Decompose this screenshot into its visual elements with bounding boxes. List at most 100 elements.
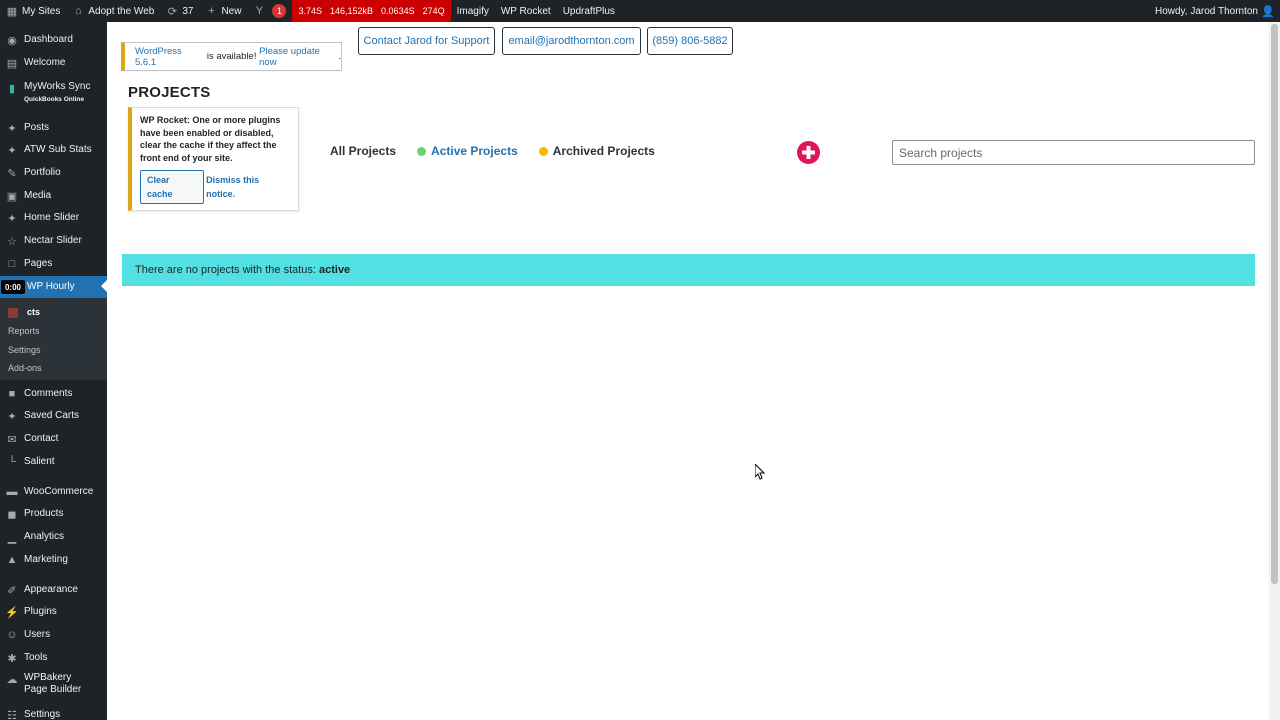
sidebar-item-tools[interactable]: ✱ Tools [0, 647, 107, 669]
sidebar-item-welcome[interactable]: ▤ Welcome [0, 52, 107, 74]
imagify-menu[interactable]: Imagify [451, 0, 495, 22]
submenu-settings[interactable]: Settings [8, 345, 41, 355]
perf-time: 3.74S [298, 6, 322, 16]
sidebar-item-atw-sub-stats[interactable]: ✦ ATW Sub Stats [0, 139, 107, 161]
sidebar-item-media[interactable]: ▣ Media [0, 185, 107, 207]
filter-all-label: All Projects [330, 144, 397, 158]
status-message-text: There are no projects with the status: [135, 264, 316, 276]
megaphone-icon: ▲ [6, 554, 18, 566]
sidebar-item-home-slider[interactable]: ✦ Home Slider [0, 207, 107, 229]
page-scrollbar[interactable] [1269, 22, 1280, 720]
wordpress-version-link[interactable]: WordPress 5.6.1 [135, 46, 204, 68]
updates-menu[interactable]: ⟳ 37 [160, 0, 199, 22]
myworks-sync-label: MyWorks Sync [24, 81, 91, 92]
new-content-menu[interactable]: + New [199, 0, 247, 22]
mail-icon: ✉ [7, 433, 17, 446]
welcome-icon: ▤ [6, 57, 18, 70]
sidebar-item-comments[interactable]: ■ Comments [0, 383, 107, 405]
filter-archived-projects[interactable]: Archived Projects [538, 144, 655, 158]
archived-status-dot [538, 146, 548, 156]
wp-hourly-submenu: cts Reports Settings Add-ons [0, 298, 107, 380]
products-icon: ◼ [7, 508, 17, 521]
sidebar-item-analytics[interactable]: ▁ Analytics [0, 526, 107, 548]
sidebar-item-plugins[interactable]: ⚡ Plugins [0, 601, 107, 623]
perf-queries: 274Q [422, 6, 445, 16]
status-message-value: active [318, 264, 351, 276]
sidebar-item-contact[interactable]: ✉ Contact [0, 428, 107, 450]
sync-icon: ▮ [8, 82, 16, 95]
submenu-reports[interactable]: Reports [8, 326, 40, 336]
update-now-link[interactable]: Please update now [259, 46, 338, 68]
mouse-cursor-icon [755, 464, 765, 480]
contact-support-button[interactable]: Contact Jarod for Support [358, 27, 495, 55]
sidebar-item-portfolio[interactable]: ✎ Portfolio [0, 162, 107, 184]
project-filters: All Projects Active Projects Archived Pr… [330, 144, 676, 158]
sidebar-item-users[interactable]: ☺ Users [0, 624, 107, 646]
sidebar-item-marketing[interactable]: ▲ Marketing [0, 549, 107, 571]
admin-sidebar: ◉ Dashboard ▤ Welcome ▮ MyWorks Sync Qui… [0, 22, 107, 720]
active-status-dot [417, 146, 427, 156]
sidebar-item-saved-carts[interactable]: ✦ Saved Carts [0, 405, 107, 427]
account-menu[interactable]: Howdy, Jarod Thornton 👤 [1149, 0, 1280, 22]
clear-cache-button[interactable]: Clear cache [140, 170, 205, 204]
media-icon: ▣ [6, 190, 18, 203]
update-nag-notice: WordPress 5.6.1 is available! Please upd… [121, 42, 342, 71]
my-sites-menu[interactable]: ▦ My Sites [0, 0, 66, 22]
submenu-add-ons[interactable]: Add-ons [8, 363, 42, 373]
brush-icon: ✐ [7, 584, 17, 597]
rocket-notice-actions: Clear cache Dismiss this notice. [140, 170, 290, 204]
sidebar-item-woocommerce[interactable]: ▬ WooCommerce [0, 481, 107, 503]
main-content: WordPress 5.6.1 is available! Please upd… [107, 22, 1269, 720]
sidebar-item-nectar-slider[interactable]: ☆ Nectar Slider [0, 230, 107, 252]
sidebar-item-settings[interactable]: ☷ Settings [0, 704, 107, 720]
site-name-label: Adopt the Web [88, 5, 155, 17]
sidebar-item-salient[interactable]: └ Salient [0, 451, 107, 473]
my-sites-icon: ▦ [6, 5, 18, 18]
update-nag-period: . [338, 51, 341, 62]
updraftplus-menu[interactable]: UpdraftPlus [557, 0, 621, 22]
pin-icon: ✦ [7, 410, 17, 423]
users-icon: ☺ [6, 629, 18, 641]
wp-rocket-menu[interactable]: WP Rocket [495, 0, 557, 22]
chart-icon: └ [8, 456, 16, 468]
analytics-icon: ▁ [7, 531, 17, 544]
sidebar-item-pages[interactable]: □ Pages [0, 253, 107, 275]
wrench-icon: ✱ [7, 652, 17, 665]
pin-icon: ✦ [7, 144, 17, 157]
sidebar-item-products[interactable]: ◼ Products [0, 503, 107, 525]
yoast-notification-badge: 1 [272, 4, 287, 18]
sidebar-item-appearance[interactable]: ✐ Appearance [0, 579, 107, 601]
add-project-button[interactable] [797, 141, 820, 164]
perf-db-time: 0.0634S [381, 6, 415, 16]
howdy-label: Howdy, Jarod Thornton [1154, 5, 1258, 17]
rocket-notice-title: WP Rocket [140, 115, 187, 125]
woo-icon: ▬ [6, 486, 18, 498]
timer-badge[interactable]: 0:00 [1, 280, 25, 294]
refresh-icon: ⟳ [167, 5, 177, 18]
projects-square-icon [8, 308, 18, 318]
sidebar-item-myworks-sync[interactable]: ▮ MyWorks Sync QuickBooks Online [0, 78, 107, 106]
dismiss-notice-link[interactable]: Dismiss this notice. [206, 173, 290, 201]
sidebar-item-wpbakery[interactable]: ☁ WPBakery Page Builder [0, 672, 107, 698]
query-monitor-menu[interactable]: 3.74S 146,152kB 0.0634S 274Q [292, 0, 451, 22]
filter-archived-label: Archived Projects [552, 144, 655, 158]
sidebar-item-dashboard[interactable]: ◉ Dashboard [0, 29, 107, 51]
site-name-menu[interactable]: ⌂ Adopt the Web [66, 0, 160, 22]
filter-active-projects[interactable]: Active Projects [417, 144, 518, 158]
myworks-sync-sublabel: QuickBooks Online [24, 96, 84, 103]
new-label: New [221, 5, 242, 17]
filter-all-projects[interactable]: All Projects [330, 144, 396, 158]
scrollbar-thumb[interactable] [1271, 24, 1278, 584]
email-button[interactable]: email@jarodthornton.com [502, 27, 641, 55]
dashboard-icon: ◉ [7, 34, 17, 47]
my-sites-label: My Sites [22, 5, 61, 17]
sidebar-item-posts[interactable]: ✦ Posts [0, 117, 107, 139]
search-projects-input[interactable] [892, 140, 1255, 165]
updates-count: 37 [182, 5, 194, 17]
page-title: PROJECTS [128, 84, 211, 101]
phone-button[interactable]: (859) 806-5882 [647, 27, 733, 55]
star-icon: ☆ [7, 235, 17, 248]
submenu-projects[interactable]: cts [27, 307, 40, 317]
portfolio-icon: ✎ [7, 167, 17, 180]
yoast-menu[interactable]: Y 1 [247, 0, 292, 22]
